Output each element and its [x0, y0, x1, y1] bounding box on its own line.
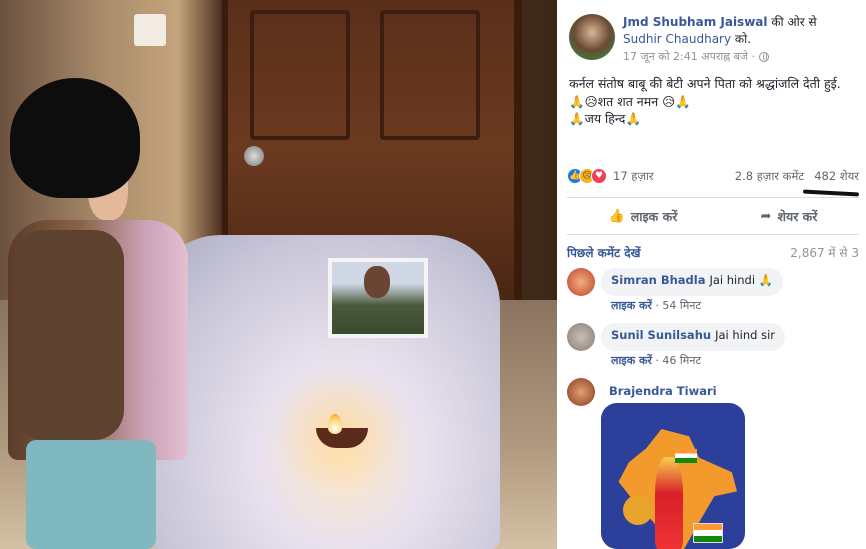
scribble-mark — [802, 189, 860, 197]
commenter-avatar[interactable] — [567, 268, 595, 296]
globe-icon — [759, 51, 770, 62]
post-text: कर्नल संतोष बाबू की बेटी अपने पिता को श्… — [569, 75, 859, 128]
target-suffix: को. — [731, 32, 752, 46]
comment-time[interactable]: · 54 मिनट — [655, 299, 701, 312]
post-actions: 👍 लाइक करें ➦ शेयर करें — [567, 202, 859, 230]
share-button[interactable]: ➦ शेयर करें — [761, 208, 818, 225]
photo-door-panel — [250, 10, 350, 140]
share-arrow-icon: ➦ — [760, 208, 772, 224]
flag-icon — [675, 449, 697, 463]
commenter-avatar[interactable] — [567, 378, 595, 406]
comments-header: पिछले कमेंट देखें 2,867 में से 3 — [567, 244, 859, 261]
comment: Brajendra Tiwari — [567, 378, 717, 406]
commenter-name[interactable]: Simran Bhadla — [611, 273, 705, 287]
like-button-label: लाइक करें — [630, 208, 678, 224]
comment: Simran Bhadla Jai hindi 🙏 — [567, 268, 784, 296]
like-button[interactable]: 👍 लाइक करें — [609, 208, 678, 225]
love-reaction-icon[interactable]: ♥ — [591, 168, 607, 184]
photo-girl-hair — [10, 78, 140, 198]
author-text: Jmd Shubham Jaiswal की ओर से Sudhir Chau… — [623, 14, 858, 65]
post-timestamp[interactable]: 17 जून को 2:41 अपराह्न बजे · — [623, 48, 755, 65]
comment-text: Jai hind sir — [715, 328, 776, 342]
comment-meta: लाइक करें · 46 मिनट — [611, 353, 701, 368]
view-previous-comments-link[interactable]: पिछले कमेंट देखें — [567, 244, 640, 261]
post-sidebar: Jmd Shubham Jaiswal की ओर से Sudhir Chau… — [557, 0, 866, 549]
photo-girl-legs — [26, 440, 156, 549]
comment-bubble: Sunil Sunilsahu Jai hind sir — [601, 323, 786, 351]
photo-flame — [328, 414, 342, 434]
post-text-line: 🙏जय हिन्द🙏 — [569, 111, 642, 126]
goddess-image — [655, 457, 683, 549]
divider — [567, 197, 859, 198]
photo-portrait-frame — [328, 258, 428, 338]
comment-like-link[interactable]: लाइक करें — [611, 354, 652, 367]
post-header: Jmd Shubham Jaiswal की ओर से Sudhir Chau… — [569, 14, 858, 65]
shares-count[interactable]: 482 शेयर — [814, 169, 859, 184]
target-name-link[interactable]: Sudhir Chaudhary — [623, 32, 731, 46]
author-name-link[interactable]: Jmd Shubham Jaiswal — [623, 15, 768, 29]
post-stats: 👍 ☹ ♥ 17 हज़ार 2.8 हज़ार कमेंट 482 शेयर — [567, 165, 859, 187]
comments-count[interactable]: 2.8 हज़ार कमेंट — [735, 169, 804, 184]
reactions-count[interactable]: 17 हज़ार — [613, 169, 654, 184]
photo-switchboard — [134, 14, 166, 46]
post-meta: 17 जून को 2:41 अपराह्न बजे · — [623, 48, 858, 65]
flag-icon — [693, 523, 723, 543]
thumbs-up-icon: 👍 — [608, 208, 625, 224]
author-avatar[interactable] — [569, 14, 615, 60]
comment-time[interactable]: · 46 मिनट — [655, 354, 701, 367]
commenter-avatar[interactable] — [567, 323, 595, 351]
photo-door-knob — [244, 146, 264, 166]
photo-girl-vest — [14, 230, 124, 440]
commenter-name[interactable]: Sunil Sunilsahu — [611, 328, 711, 342]
post-photo[interactable] — [0, 0, 557, 549]
comment-like-link[interactable]: लाइक करें — [611, 299, 652, 312]
screenshot: Jmd Shubham Jaiswal की ओर से Sudhir Chau… — [0, 0, 866, 549]
lion-image — [623, 495, 653, 525]
comment-bubble: Simran Bhadla Jai hindi 🙏 — [601, 268, 784, 296]
photo-door-panel — [380, 10, 480, 140]
divider — [567, 234, 859, 235]
comment: Sunil Sunilsahu Jai hind sir — [567, 323, 786, 351]
share-button-label: शेयर करें — [777, 208, 818, 224]
comment-image-card[interactable] — [601, 403, 745, 549]
post-text-line: 🙏😥शत शत नमन 😥🙏 — [569, 93, 691, 109]
comment-text: Jai hindi 🙏 — [709, 273, 774, 287]
comment-meta: लाइक करें · 54 मिनट — [611, 298, 701, 313]
post-text-line: कर्नल संतोष बाबू की बेटी अपने पिता को श्… — [569, 76, 841, 91]
comments-count-label: 2,867 में से 3 — [790, 246, 859, 260]
author-suffix: की ओर से — [767, 15, 817, 29]
